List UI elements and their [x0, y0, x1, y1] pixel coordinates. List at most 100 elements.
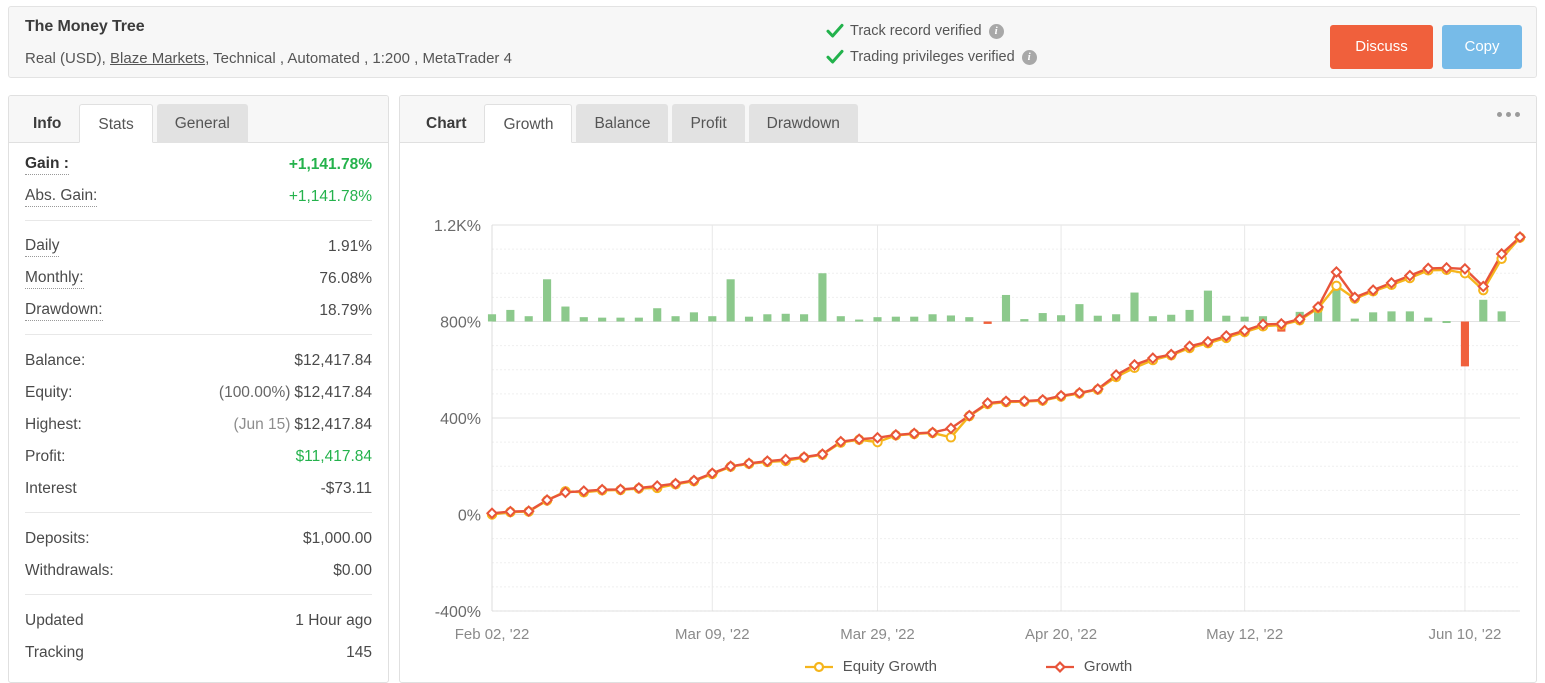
tab-profit[interactable]: Profit [672, 104, 745, 143]
verification-track-record: Track record verified i [826, 18, 1037, 44]
gain-bar-positive [598, 317, 607, 322]
broker-link[interactable]: Blaze Markets [110, 50, 205, 67]
stat-row: Monthly: 76.08% [25, 263, 372, 295]
tab-balance[interactable]: Balance [576, 104, 669, 143]
x-axis-tick-label: May 12, '22 [1206, 626, 1283, 643]
stat-value: -$73.11 [320, 480, 372, 497]
copy-button[interactable]: Copy [1442, 25, 1522, 69]
gain-bar-positive [1130, 292, 1139, 322]
info-icon[interactable]: i [1021, 49, 1037, 65]
stat-value: (100.00%) $12,417.84 [218, 384, 372, 401]
tab-drawdown[interactable]: Drawdown [748, 104, 858, 143]
divider [25, 220, 372, 221]
legend-label-growth: Growth [1083, 658, 1133, 675]
x-axis-tick-label: Feb 02, '22 [455, 626, 530, 643]
verification-trading-privileges: Trading privileges verified i [826, 44, 1037, 70]
gain-bar-positive [524, 316, 533, 322]
sidebar-tabbar: Info Stats General [9, 96, 388, 143]
stat-label[interactable]: Drawdown: [25, 301, 103, 321]
gain-bar-positive [634, 317, 643, 322]
verification-trading-privileges-label: Trading privileges verified [850, 49, 1015, 65]
gain-bar-positive [763, 314, 772, 322]
gain-bar-positive [726, 279, 735, 322]
stat-label: Updated [25, 612, 84, 629]
stats-group: Balance: $12,417.84 Equity: (100.00%) $12,41… [25, 339, 372, 505]
stat-row: Interest -$73.11 [25, 473, 372, 505]
gain-bar-positive [1075, 304, 1084, 322]
more-options-icon[interactable] [1497, 112, 1520, 117]
account-meta: Real (USD), Blaze Markets, Technical , A… [25, 50, 512, 67]
account-meta-prefix: Real (USD), [25, 50, 106, 67]
series-line-equity-growth [491, 236, 1521, 516]
gain-bar-positive [1479, 299, 1488, 322]
stat-row: Highest: (Jun 15) $12,417.84 [25, 409, 372, 441]
tab-stats[interactable]: Stats [79, 104, 153, 143]
stat-row: Balance: $12,417.84 [25, 345, 372, 377]
stat-label: Tracking [25, 644, 84, 661]
data-point-marker [1331, 280, 1342, 291]
gain-bar-positive [946, 315, 955, 322]
gain-bar-positive [1093, 315, 1102, 322]
gain-bar-positive [891, 316, 900, 322]
account-header: The Money Tree Real (USD), Blaze Markets… [8, 6, 1537, 78]
stat-label: Equity: [25, 384, 73, 401]
gain-bar-positive [928, 314, 937, 322]
stat-value: +1,141.78% [288, 188, 372, 205]
x-axis-tick-label: Apr 20, '22 [1025, 626, 1097, 643]
legend-item-growth[interactable]: Growth [1045, 658, 1132, 675]
stats-panel: Info Stats General Gain : +1,141.78% Abs. … [8, 95, 389, 683]
tab-general[interactable]: General [156, 104, 248, 143]
gain-bar-positive [1203, 290, 1212, 322]
growth-chart-svg: 1.2K% 800% 400% 0% -400% Feb 02, '22 Mar 09, '… [434, 218, 1527, 643]
legend-item-equity-growth[interactable]: Equity Growth [804, 658, 937, 675]
gain-bar-positive [873, 317, 882, 322]
gain-bar-negative [1460, 321, 1469, 367]
stat-value: $1,000.00 [303, 530, 372, 547]
gain-bar-positive [689, 312, 698, 322]
stat-row: Profit: $11,417.84 [25, 441, 372, 473]
stat-value: 18.79% [319, 302, 372, 319]
verification-track-record-label: Track record verified [850, 23, 982, 39]
gain-bar-positive [855, 319, 864, 322]
y-axis-tick-label: 0% [458, 508, 481, 525]
tab-info[interactable]: Info [15, 104, 79, 143]
tab-growth[interactable]: Growth [484, 104, 573, 143]
stat-label[interactable]: Abs. Gain: [25, 187, 98, 207]
stat-label: Withdrawals: [25, 562, 114, 579]
stat-row: Gain : +1,141.78% [25, 149, 372, 181]
stat-value: $11,417.84 [295, 448, 372, 465]
growth-marker-icon [1045, 660, 1074, 673]
gain-bar-positive [1497, 311, 1506, 322]
stat-label: Interest [25, 480, 77, 497]
stat-row: Deposits: $1,000.00 [25, 523, 372, 555]
stat-label[interactable]: Daily [25, 237, 60, 257]
stats-group: Deposits: $1,000.00 Withdrawals: $0.00 [25, 517, 372, 587]
gain-bar-positive [1240, 316, 1249, 322]
stats-list: Gain : +1,141.78% Abs. Gain: +1,141.78% Dail… [9, 143, 388, 669]
gain-bar-positive [543, 279, 552, 322]
stat-value: +1,141.78% [288, 156, 372, 173]
gain-bar-positive [965, 317, 974, 322]
stat-row: Daily 1.91% [25, 231, 372, 263]
gain-bar-positive [579, 317, 588, 322]
verification-list: Track record verified i Trading privileg… [826, 18, 1037, 70]
discuss-button[interactable]: Discuss [1330, 25, 1433, 69]
stat-value: $0.00 [333, 562, 372, 579]
stat-label[interactable]: Monthly: [25, 269, 84, 289]
gain-bar-positive [1222, 315, 1231, 322]
account-meta-suffix: , Technical , Automated , 1:200 , MetaTr… [205, 50, 512, 67]
stat-value: $12,417.84 [294, 352, 372, 369]
info-icon[interactable]: i [988, 23, 1004, 39]
stat-label[interactable]: Gain : [25, 155, 69, 175]
gain-bar-positive [561, 306, 570, 322]
y-axis-tick-label: 800% [440, 315, 481, 332]
gain-bar-positive [1185, 309, 1194, 322]
gain-bar-positive [1148, 316, 1157, 322]
stat-label: Highest: [25, 416, 82, 433]
x-axis-tick-label: Mar 09, '22 [675, 626, 750, 643]
gain-bar-positive [1350, 318, 1359, 322]
chart-panel: Chart Growth Balance Profit Drawdown 1.2… [399, 95, 1537, 683]
gain-bar-positive [1405, 311, 1414, 322]
gain-bar-positive [781, 313, 790, 322]
y-axis-tick-label: 1.2K% [434, 218, 481, 235]
